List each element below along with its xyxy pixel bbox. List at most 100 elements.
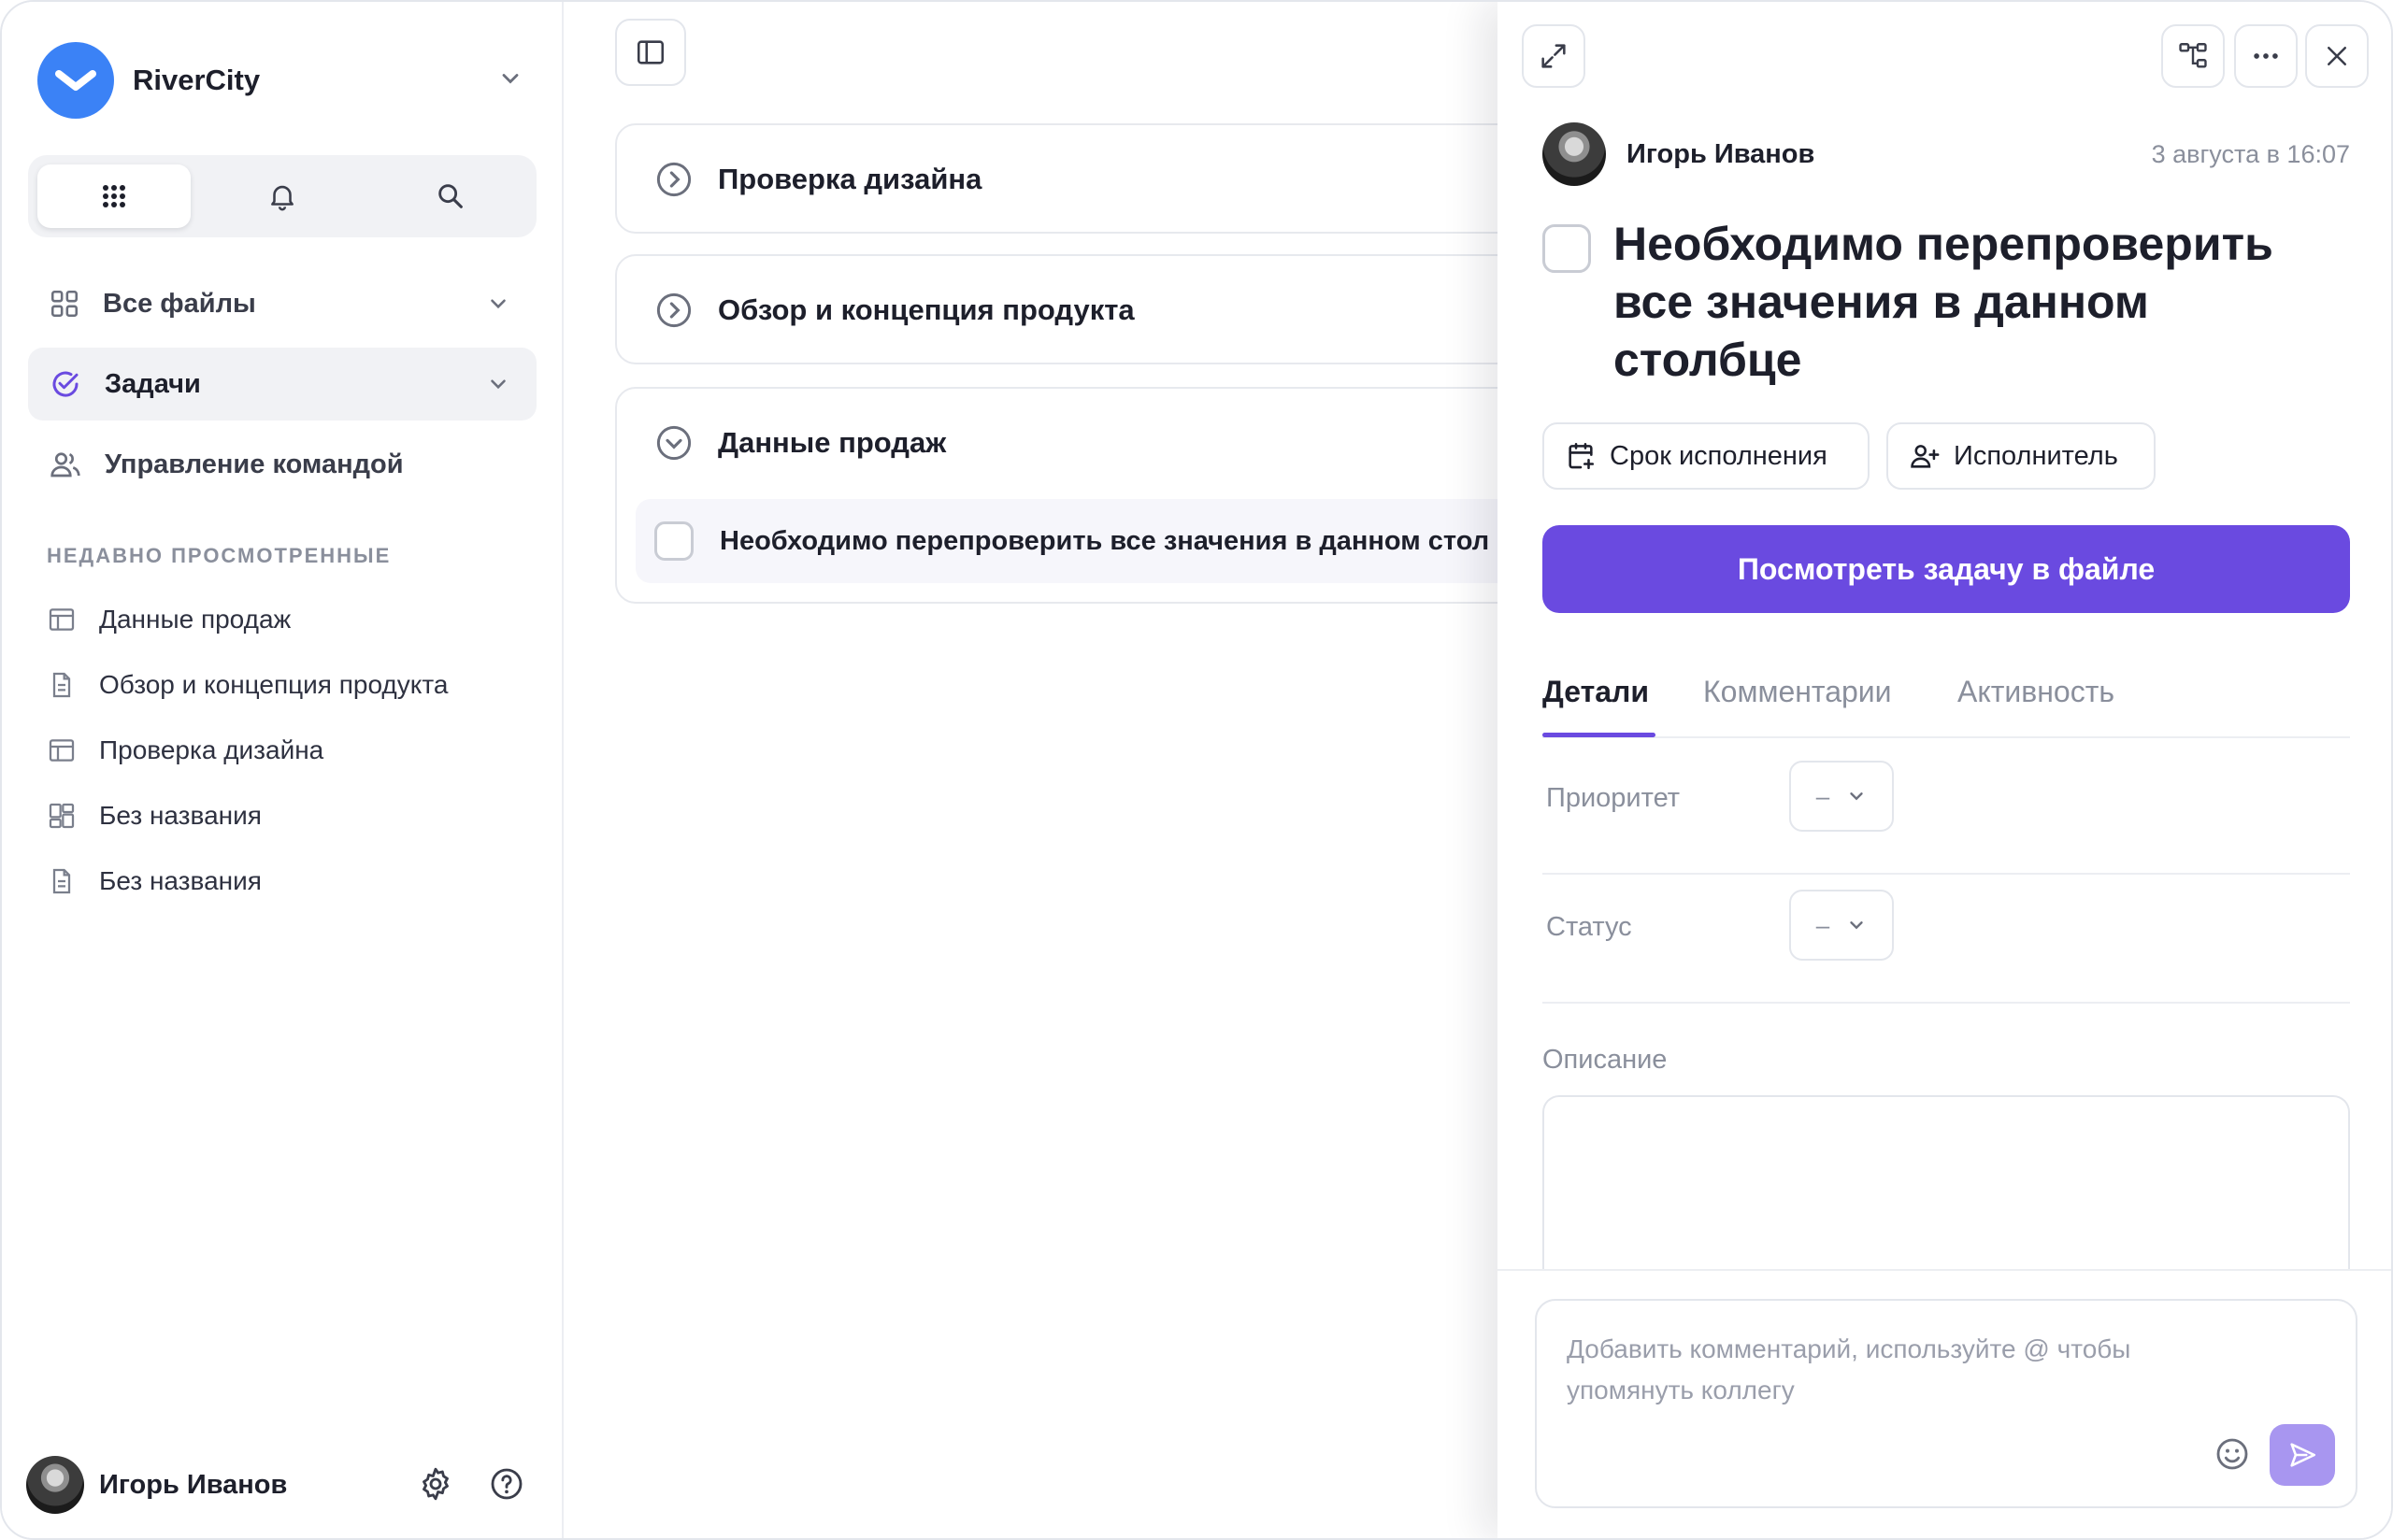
workspace-switcher[interactable]: RiverCity xyxy=(37,41,523,120)
status-select[interactable]: – xyxy=(1789,890,1894,961)
chevron-down-icon xyxy=(1850,792,1863,801)
task-list-area: Проверка дизайна Обзор и концепция проду… xyxy=(565,2,2060,1538)
chevron-down-icon xyxy=(1850,921,1863,930)
calendar-plus-icon xyxy=(1569,442,1595,470)
workspace-name: RiverCity xyxy=(133,64,261,96)
current-user: Игорь Иванов xyxy=(26,1452,531,1518)
document-icon xyxy=(52,672,71,698)
app-window: RiverCity Все файлы Задачи Управление ко… xyxy=(0,0,2393,1540)
recent-item[interactable]: Обзор и концепция продукта xyxy=(47,662,448,708)
comment-placeholder: Добавить комментарий, используйте @ чтоб… xyxy=(1567,1334,2131,1405)
recent-item-label: Проверка дизайна xyxy=(99,735,324,764)
grid-icon xyxy=(50,290,79,318)
expand-button[interactable] xyxy=(1522,24,1585,88)
recent-item-label: Обзор и концепция продукта xyxy=(99,670,449,699)
expand-icon xyxy=(1541,44,1566,68)
send-icon xyxy=(2290,1443,2316,1467)
tab-details[interactable]: Детали xyxy=(1542,675,1649,709)
more-dots-icon xyxy=(2254,53,2278,59)
panel-tabs: Детали Комментарии Активность xyxy=(1542,665,2350,738)
close-icon xyxy=(2328,47,2346,65)
task-checkbox[interactable] xyxy=(654,521,694,561)
workspace-logo-icon xyxy=(37,42,114,119)
search-tab-button[interactable] xyxy=(374,164,527,228)
avatar[interactable] xyxy=(26,1456,84,1514)
status-value: – xyxy=(1815,910,1830,939)
check-circle-icon xyxy=(52,371,79,397)
chevron-down-icon[interactable] xyxy=(486,372,510,396)
sidebar-item-label: Задачи xyxy=(105,368,201,399)
sidebar: RiverCity Все файлы Задачи Управление ко… xyxy=(2,2,564,1538)
created-timestamp: 3 августа в 16:07 xyxy=(2151,139,2350,168)
close-button[interactable] xyxy=(2305,24,2369,88)
due-date-label: Срок исполнения xyxy=(1610,440,1827,471)
priority-label: Приоритет xyxy=(1546,783,1681,813)
send-button[interactable] xyxy=(2270,1424,2335,1486)
recent-item-label: Без названия xyxy=(99,866,262,895)
hierarchy-icon xyxy=(2179,43,2207,68)
search-icon xyxy=(438,184,463,208)
assignee-label: Исполнитель xyxy=(1954,440,2118,471)
priority-select[interactable]: – xyxy=(1789,761,1894,832)
recent-item[interactable]: Без названия xyxy=(47,792,262,839)
dashboard-icon xyxy=(49,803,75,829)
task-author: Игорь Иванов 3 августа в 16:07 xyxy=(1542,121,2350,187)
table-icon xyxy=(49,739,75,762)
recent-heading: НЕДАВНО ПРОСМОТРЕННЫЕ xyxy=(47,544,392,567)
chevron-right-circle-icon[interactable] xyxy=(654,160,694,199)
more-options-button[interactable] xyxy=(2234,24,2298,88)
hierarchy-button[interactable] xyxy=(2161,24,2225,88)
view-task-in-file-button[interactable]: Посмотреть задачу в файле xyxy=(1542,525,2350,613)
gear-icon[interactable] xyxy=(417,1465,454,1503)
assignee-button[interactable]: Исполнитель xyxy=(1886,422,2156,490)
sidebar-view-switcher xyxy=(28,155,537,237)
author-name: Игорь Иванов xyxy=(1626,138,1815,169)
task-detail-panel: Игорь Иванов 3 августа в 16:07 Необходим… xyxy=(1497,2,2391,1538)
task-title[interactable]: Необходимо перепроверить все значения в … xyxy=(1613,215,2343,389)
priority-value: – xyxy=(1815,781,1830,810)
active-tab-indicator xyxy=(1542,733,1655,737)
task-row[interactable]: Необходимо перепроверить все значения в … xyxy=(636,499,1570,583)
avatar[interactable] xyxy=(1542,122,1606,186)
toggle-sidebar-button[interactable] xyxy=(615,19,686,86)
task-group[interactable]: Обзор и концепция продукта xyxy=(615,254,1550,364)
apps-grid-icon xyxy=(103,185,125,207)
tab-comments[interactable]: Комментарии xyxy=(1703,675,1892,709)
task-group-title: Проверка дизайна xyxy=(718,163,982,195)
recent-item[interactable]: Данные продаж xyxy=(47,596,291,643)
help-icon[interactable] xyxy=(488,1465,525,1503)
table-icon xyxy=(49,608,75,631)
user-plus-icon xyxy=(1911,445,1940,468)
priority-field: Приоритет – xyxy=(1542,746,2350,875)
user-name: Игорь Иванов xyxy=(99,1469,288,1500)
status-label: Статус xyxy=(1546,912,1632,942)
task-group-title: Обзор и концепция продукта xyxy=(718,293,1135,326)
chevron-down-icon xyxy=(502,74,519,84)
comment-input[interactable]: Добавить комментарий, используйте @ чтоб… xyxy=(1535,1299,2357,1508)
apps-tab-button[interactable] xyxy=(37,164,191,228)
recent-item-label: Без названия xyxy=(99,801,262,830)
sidebar-item-team[interactable]: Управление командой xyxy=(28,428,537,501)
task-group[interactable]: Проверка дизайна xyxy=(615,123,1550,234)
users-icon xyxy=(50,452,80,478)
sidebar-item-tasks[interactable]: Задачи xyxy=(28,348,537,421)
description-input[interactable] xyxy=(1542,1095,2350,1273)
task-complete-checkbox[interactable] xyxy=(1542,224,1591,273)
sidebar-item-all-files[interactable]: Все файлы xyxy=(28,267,537,340)
sidebar-item-label: Все файлы xyxy=(103,288,256,319)
due-date-button[interactable]: Срок исполнения xyxy=(1542,422,1870,490)
bell-icon xyxy=(271,185,294,211)
sidebar-panel-icon xyxy=(637,40,665,64)
description-label: Описание xyxy=(1542,1045,1668,1075)
recent-item[interactable]: Проверка дизайна xyxy=(47,727,323,774)
task-group[interactable]: Данные продаж Необходимо перепроверить в… xyxy=(615,387,1570,604)
tab-activity[interactable]: Активность xyxy=(1957,675,2114,709)
recent-item[interactable]: Без названия xyxy=(47,858,262,905)
status-field: Статус – xyxy=(1542,875,2350,1004)
emoji-icon[interactable] xyxy=(2214,1435,2251,1473)
recent-item-label: Данные продаж xyxy=(99,605,292,634)
chevron-right-circle-icon[interactable] xyxy=(654,291,694,330)
notifications-tab-button[interactable] xyxy=(206,164,359,228)
chevron-down-circle-icon[interactable] xyxy=(654,423,694,463)
chevron-down-icon[interactable] xyxy=(486,292,510,316)
